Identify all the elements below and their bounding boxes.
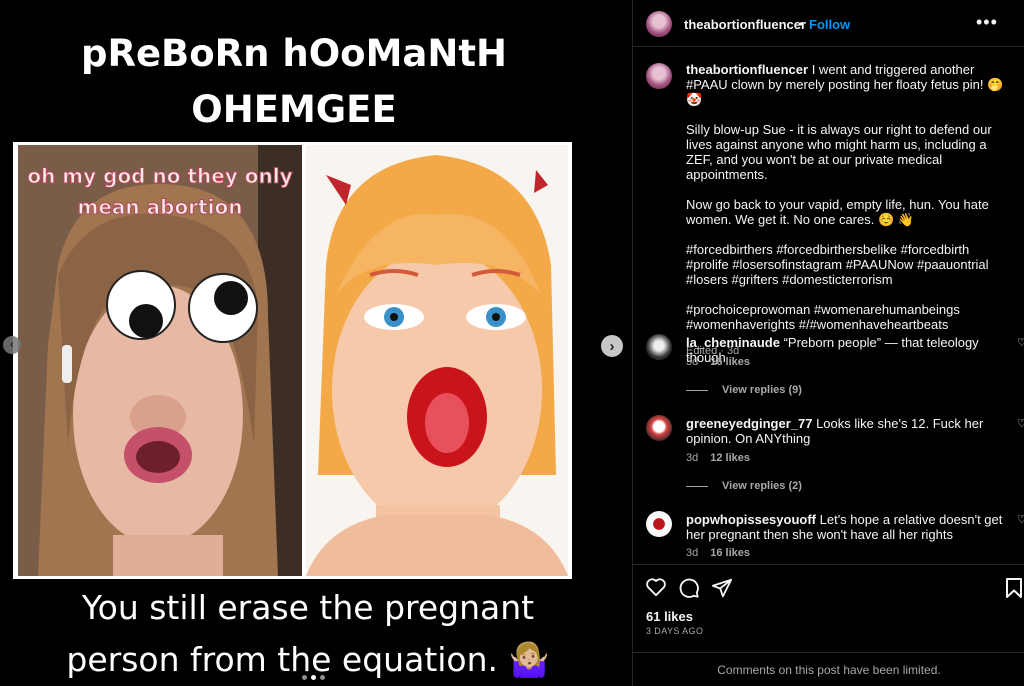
comment-icon[interactable] [678,577,700,599]
avatar[interactable] [646,415,672,441]
caption-line1: oh my god no they only [27,164,293,189]
heart-icon[interactable]: ♡ [1017,513,1024,526]
comment-username[interactable]: popwhopissesyouoff [686,512,816,527]
view-replies-button[interactable]: View replies (9) [686,384,802,396]
caption-line2: mean abortion [77,195,243,220]
comment-username[interactable]: la_cheminaude [686,335,780,350]
post-timestamp: 3 DAYS AGO [646,626,704,636]
caption-body: theabortionfluencer I went and triggered… [686,62,1014,359]
comment-likes[interactable]: 12 likes [710,452,750,464]
avatar[interactable] [646,511,672,537]
comment-meta: 3d 12 likes [686,452,750,464]
post-sidebar: theabortionfluencer • Follow ••• theabor… [632,0,1024,686]
meme-photo-girl: oh my god no they only mean abortion [18,145,302,576]
doll-illustration [306,145,568,576]
post-media[interactable]: pReBoRn hOoMaNtH OHEMGEE oh my god no th… [0,0,632,686]
comments-limited-notice: Comments on this post have been limited. [633,652,1024,686]
comment-text: popwhopissesyouoff Let's hope a relative… [686,512,1006,542]
view-replies-label[interactable]: View replies (9) [722,384,802,396]
caption-paragraph: Silly blow-up Sue - it is always our rig… [686,122,992,182]
meme-caption: oh my god no they only mean abortion [18,161,302,223]
likes-count[interactable]: 61 likes [646,609,693,624]
chevron-left-icon[interactable]: ‹ [3,336,21,354]
comment-age: 3d [686,356,699,368]
divider [686,485,708,487]
follow-button[interactable]: Follow [809,17,850,32]
chevron-right-icon[interactable]: › [601,335,623,357]
view-replies-label[interactable]: View replies (2) [722,480,802,492]
caption-paragraph: Now go back to your vapid, empty life, h… [686,197,989,227]
carousel-dot[interactable] [302,675,307,680]
divider [686,389,708,391]
share-icon[interactable] [711,577,733,599]
avatar[interactable] [646,11,672,37]
carousel-dots [302,675,325,680]
view-replies-button[interactable]: View replies (2) [686,480,802,492]
carousel-dot-active[interactable] [311,675,316,680]
more-options-icon[interactable]: ••• [976,12,998,33]
separator-dot: • [799,17,804,31]
bookmark-icon[interactable] [1005,577,1023,599]
comment-text: greeneyedginger_77 Looks like she's 12. … [686,416,1006,446]
caption-hashtags[interactable]: #prochoiceprowoman #womenarehumanbeings … [686,302,1014,332]
meme-photo-doll [306,145,568,576]
post-header: theabortionfluencer • Follow ••• [633,0,1024,47]
comment-age: 3d [686,547,699,559]
comment-username[interactable]: greeneyedginger_77 [686,416,812,431]
heart-icon[interactable]: ♡ [1017,417,1024,430]
comment-age: 3d [686,452,699,464]
meme-bottom-line1: You still erase the pregnant [81,588,535,627]
caption-hashtags[interactable]: #forcedbirthers #forcedbirthersbelike #f… [686,242,1014,287]
meme-image-panels: oh my god no they only mean abortion [13,142,572,579]
avatar[interactable] [646,334,672,360]
author-username[interactable]: theabortionfluencer [684,17,806,32]
caption-username[interactable]: theabortionfluencer [686,62,808,77]
carousel-dot[interactable] [320,675,325,680]
meme-top-line2: OHEMGEE [191,88,397,131]
heart-icon[interactable]: ♡ [1017,336,1024,349]
meme-bottom-text: You still erase the pregnant person from… [0,582,616,686]
heart-icon[interactable] [645,577,667,597]
comment-meta: 3d 16 likes [686,356,750,368]
avatar[interactable] [646,63,672,89]
meme-top-text: pReBoRn hOoMaNtH OHEMGEE [0,26,588,138]
meme-top-line1: pReBoRn hOoMaNtH [80,32,508,75]
comment-likes[interactable]: 16 likes [710,547,750,559]
comment-meta: 3d 16 likes [686,547,750,559]
comment-likes[interactable]: 16 likes [710,356,750,368]
